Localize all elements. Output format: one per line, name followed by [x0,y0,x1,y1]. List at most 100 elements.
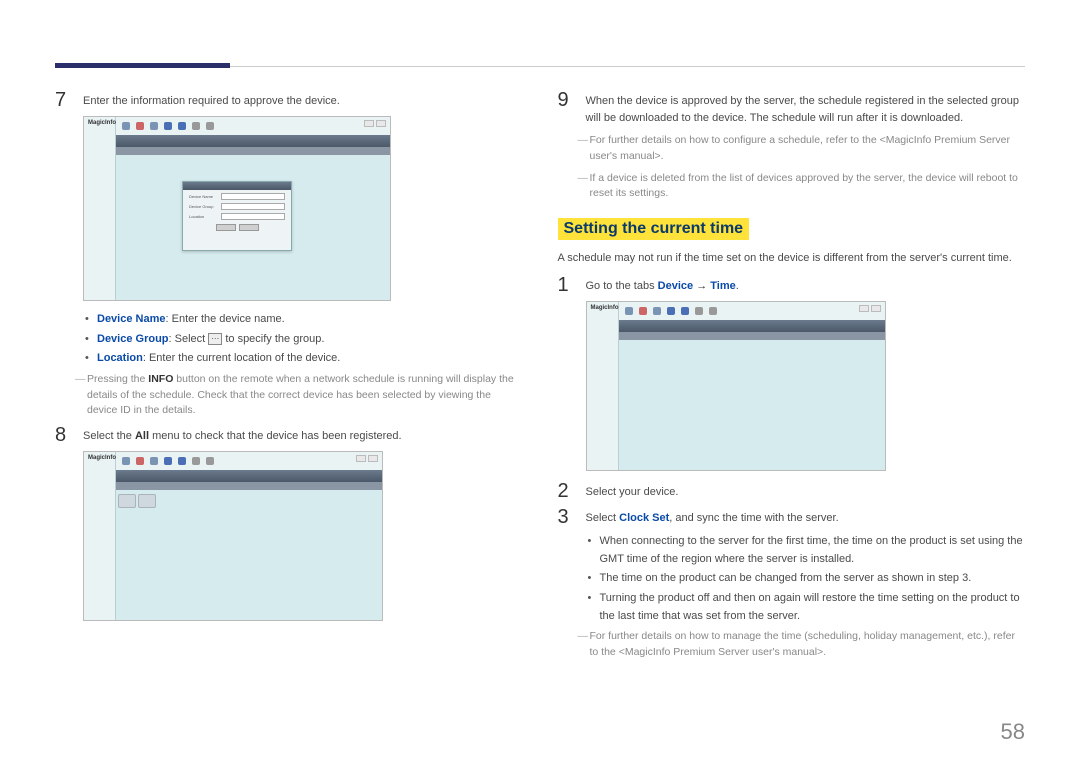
nav-icon [192,457,200,465]
screenshot-approve-device: MagicInfo Device Name [83,116,391,301]
nav-icon [136,457,144,465]
step-text: Select Clock Set, and sync the time with… [586,507,1026,527]
nav-icon [192,122,200,130]
nav-icon [639,307,647,315]
step-8: 8 Select the All menu to check that the … [55,425,523,445]
ss-sidebar [587,302,619,470]
step-number: 3 [558,507,576,527]
ok-button [216,224,236,231]
step-2: 2 Select your device. [558,481,1026,501]
step3-bullets: When connecting to the server for the fi… [588,533,1026,625]
dialog-field [221,193,285,200]
arrow-icon: → [696,280,707,292]
ss-toolbar [116,135,390,147]
t: . [736,280,739,292]
dialog-field [221,203,285,210]
ss-topnav [116,452,382,470]
step-9: 9 When the device is approved by the ser… [558,90,1026,127]
bullet-key: Device Group [97,333,169,345]
dialog-label: Device Group [189,204,219,209]
time-link: Time [710,280,735,292]
ss-subbar [116,147,390,155]
ss-logo: MagicInfo [88,455,116,461]
ss-logo: MagicInfo [591,305,619,311]
nav-icon [122,457,130,465]
ss-subbar [116,482,382,490]
ss-toolbar [116,470,382,482]
t: menu to check that the device has been r… [149,430,402,442]
ss-topnav [116,117,390,135]
nav-icon [709,307,717,315]
ss-right-badges [364,120,386,127]
bullet-key: Location [97,352,143,364]
device-thumbs [118,494,156,508]
two-column-layout: 7 Enter the information required to appr… [55,90,1025,667]
section-heading: Setting the current time [558,218,750,240]
step-number: 1 [558,275,576,295]
nav-icon [206,122,214,130]
dialog-label: Device Name [189,194,219,199]
section-intro: A schedule may not run if the time set o… [558,250,1026,267]
ss-subbar [619,332,885,340]
nav-icon [164,122,172,130]
nav-icon [150,457,158,465]
ellipsis-icon: ⋯ [208,333,222,345]
left-column: 7 Enter the information required to appr… [55,90,523,667]
nav-icon [122,122,130,130]
dialog-row: Device Name [189,193,285,200]
t: , and sync the time with the server. [669,512,838,524]
t: Select the [83,430,135,442]
bullet: When connecting to the server for the fi… [588,533,1026,568]
ss-content [619,340,885,470]
bullet-rest-b: to specify the group. [222,333,324,345]
step-number: 9 [558,90,576,127]
header-accent [55,63,230,68]
nav-icon [206,457,214,465]
step-3: 3 Select Clock Set, and sync the time wi… [558,507,1026,527]
badge [368,455,378,462]
badge [364,120,374,127]
bullet-rest-a: : Select [169,333,209,345]
step-number: 2 [558,481,576,501]
approve-dialog: Device Name Device Group Location [182,181,292,251]
bullet: Device Group: Select ⋯ to specify the gr… [85,331,523,349]
all-bold: All [135,430,149,442]
step9-note-1: For further details on how to configure … [578,133,1026,165]
t: Select [586,512,620,524]
nav-icon [667,307,675,315]
screenshot-device-time: MagicInfo [586,301,886,471]
right-column: 9 When the device is approved by the ser… [558,90,1026,667]
t: Go to the tabs [586,280,658,292]
nav-icon [653,307,661,315]
step-number: 7 [55,90,73,110]
step-text: Select your device. [586,481,1026,501]
nav-icon [625,307,633,315]
ss-right-badges [859,305,881,312]
nav-icon [178,457,186,465]
device-link: Device [658,280,693,292]
nav-icon [136,122,144,130]
dialog-row: Device Group [189,203,285,210]
end-note: For further details on how to manage the… [578,629,1026,661]
nav-icon [150,122,158,130]
bullet: Location: Enter the current location of … [85,350,523,368]
dialog-label: Location [189,214,219,219]
bullet: Turning the product off and then on agai… [588,590,1026,625]
bullet: Device Name: Enter the device name. [85,311,523,329]
step-text: Select the All menu to check that the de… [83,425,523,445]
ss-right-badges [356,455,378,462]
step-text: When the device is approved by the serve… [586,90,1026,127]
dialog-row: Location [189,213,285,220]
cancel-button [239,224,259,231]
ss-topnav [619,302,885,320]
step7-bullets: Device Name: Enter the device name. Devi… [85,311,523,368]
info-bold: INFO [148,373,173,385]
device-chip [138,494,156,508]
bullet-rest: : Enter the current location of the devi… [143,352,341,364]
bullet-key: Device Name [97,313,166,325]
ss-sidebar [84,452,116,620]
badge [871,305,881,312]
dialog-titlebar [183,182,291,190]
step-1: 1 Go to the tabs Device → Time. [558,275,1026,295]
screenshot-all-menu: MagicInfo [83,451,383,621]
